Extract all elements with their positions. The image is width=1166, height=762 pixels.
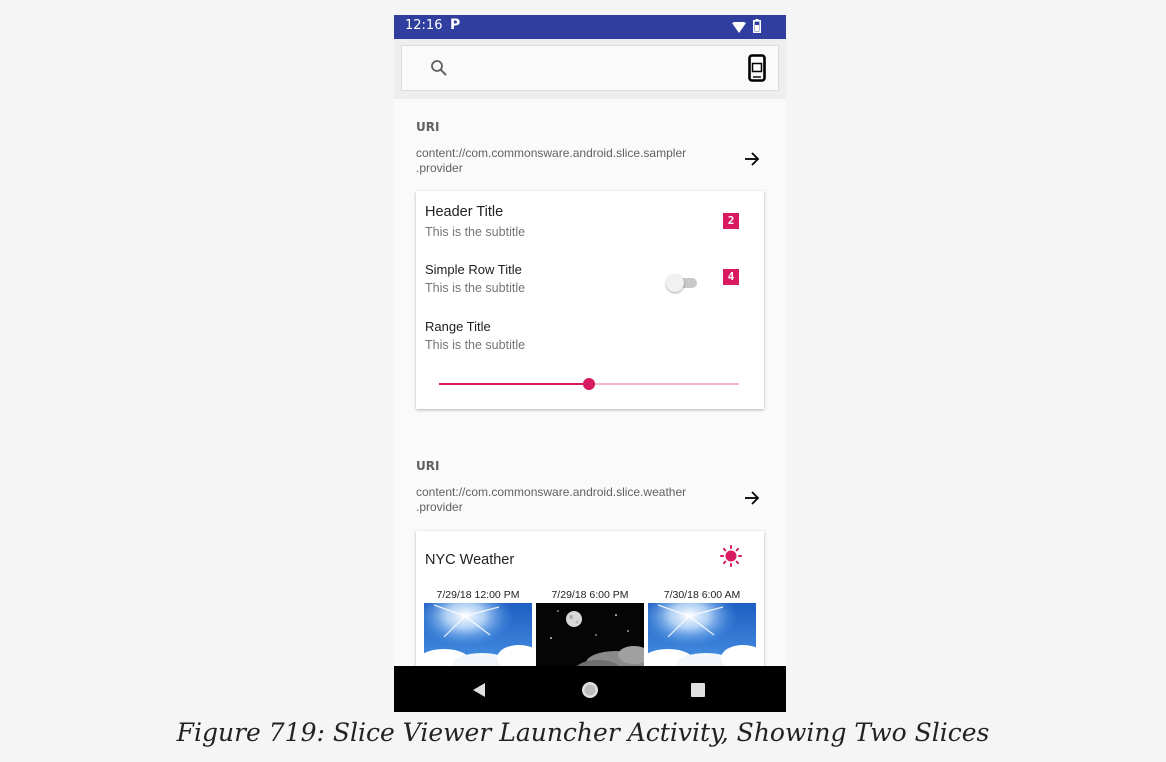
sunny-sky-image: [424, 603, 532, 673]
header-subtitle: This is the subtitle: [425, 225, 526, 239]
slice-card-sampler: Header Title This is the subtitle 2 Simp…: [416, 191, 764, 409]
header-title: Header Title: [425, 204, 504, 220]
night-moon-image: [536, 603, 644, 673]
badge-icon: 4: [723, 269, 739, 285]
range-slider[interactable]: [439, 376, 739, 392]
row-toggle[interactable]: [666, 272, 702, 294]
battery-icon: [753, 19, 761, 33]
back-icon[interactable]: [473, 683, 485, 697]
uri-value: content://com.commonsware.android.slice.…: [416, 485, 687, 514]
navigation-bar: [394, 666, 786, 712]
phone-screen: 12:16 P URI content://com.commonsware.an…: [394, 15, 786, 712]
search-icon[interactable]: [430, 59, 448, 77]
range-subtitle: This is the subtitle: [425, 338, 526, 352]
figure-caption: Figure 719: Slice Viewer Launcher Activi…: [176, 718, 990, 747]
notification-icon: P: [450, 17, 461, 33]
search-bar[interactable]: [401, 45, 779, 91]
uri-label: URI: [416, 120, 440, 134]
home-icon[interactable]: [581, 681, 599, 699]
uri-label: URI: [416, 459, 440, 473]
badge-icon: 2: [723, 213, 739, 229]
toolbar: [394, 39, 786, 99]
sunny-sky-image: [648, 603, 756, 673]
forecast-time: 7/29/18 12:00 PM: [436, 589, 520, 601]
weather-title: NYC Weather: [425, 552, 515, 568]
forecast-time: 7/30/18 6:00 AM: [663, 589, 741, 601]
uri-value: content://com.commonsware.android.slice.…: [416, 146, 687, 175]
status-time: 12:16: [405, 18, 443, 33]
arrow-right-icon[interactable]: [744, 151, 760, 167]
forecast-time: 7/29/18 6:00 PM: [551, 589, 629, 601]
wifi-icon: [732, 22, 746, 33]
row-subtitle: This is the subtitle: [425, 281, 526, 295]
recents-icon[interactable]: [691, 683, 705, 697]
status-bar: 12:16 P: [394, 15, 786, 39]
sun-icon: [720, 545, 742, 567]
range-title: Range Title: [425, 319, 491, 334]
phone-mode-icon[interactable]: [748, 54, 766, 82]
slider-thumb[interactable]: [583, 378, 595, 390]
row-title: Simple Row Title: [425, 262, 522, 277]
arrow-right-icon[interactable]: [744, 490, 760, 506]
